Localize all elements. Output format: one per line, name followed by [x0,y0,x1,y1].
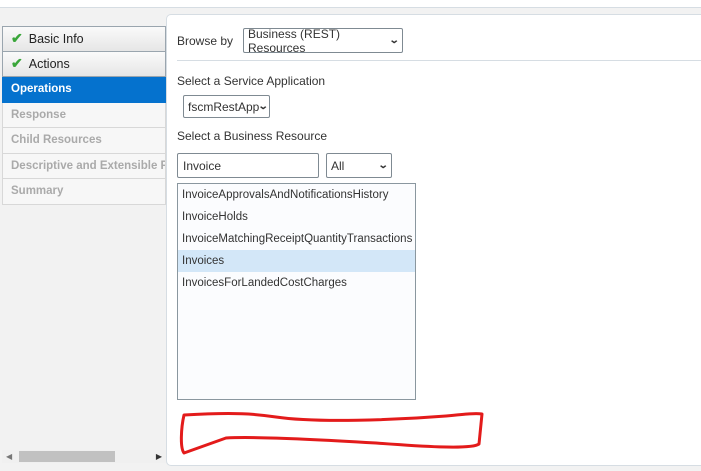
nav-label: Descriptive and Extensible Flexfields [11,159,165,172]
business-resource-label: Select a Business Resource [177,129,328,143]
nav-item-response: Response [2,102,166,128]
list-item-selected[interactable]: Invoices [178,250,415,272]
top-bar [0,0,701,8]
nav-label: Operations [11,83,72,96]
chevron-down-icon: ⌄ [377,160,389,171]
divider [177,60,701,61]
scroll-right-icon[interactable]: ▶ [156,450,162,463]
nav-item-child-resources: Child Resources [2,128,166,154]
nav-label: Actions [28,56,70,71]
service-app-label: Select a Service Application [177,74,326,88]
browse-by-select[interactable]: Business (REST) Resources ⌄ [243,26,403,55]
scrollbar-thumb[interactable] [19,451,115,462]
nav-item-basic-info[interactable]: ✔ Basic Info [2,26,166,52]
nav-label: Summary [11,185,64,198]
browse-by-value: Business (REST) Resources [248,26,341,55]
nav-horizontal-scrollbar[interactable]: ◀ ▶ [2,450,166,463]
list-item[interactable]: InvoicesForLandedCostCharges [178,272,415,294]
list-item[interactable]: InvoiceApprovalsAndNotificationsHistory [178,184,415,206]
list-item[interactable]: InvoiceMatchingReceiptQuantityTransactio… [178,228,415,250]
nav-item-operations[interactable]: Operations [2,77,166,103]
chevron-down-icon: ⌄ [388,35,400,46]
resource-search-input[interactable] [177,153,319,178]
scroll-left-icon[interactable]: ◀ [6,450,12,463]
nav-item-flexfields: Descriptive and Extensible Flexfields [2,153,166,179]
red-annotation-scribble [179,412,484,455]
checkmark-icon: ✔ [11,30,23,47]
nav-item-actions[interactable]: ✔ Actions [2,51,166,77]
nav-item-summary: Summary [2,179,166,205]
service-app-select[interactable]: fscmRestApp ⌄ [183,95,270,118]
nav-label: Response [11,108,66,121]
nav-label: Child Resources [11,134,102,147]
checkmark-icon: ✔ [11,55,23,72]
filter-value: All [331,158,345,173]
wizard-nav: ✔ Basic Info ✔ Actions Operations Response… [2,26,166,205]
resource-filter-select[interactable]: All ⌄ [326,153,392,178]
resource-listbox[interactable]: InvoiceApprovalsAndNotificationsHistory … [177,183,416,400]
operations-panel: Browse by Business (REST) Resources ⌄ Sel… [166,14,701,466]
service-app-value: fscmRestApp [188,99,260,114]
chevron-down-icon: ⌄ [258,101,270,112]
list-item[interactable]: InvoiceHolds [178,206,415,228]
browse-by-label: Browse by [177,34,234,48]
nav-label: Basic Info [28,31,84,46]
